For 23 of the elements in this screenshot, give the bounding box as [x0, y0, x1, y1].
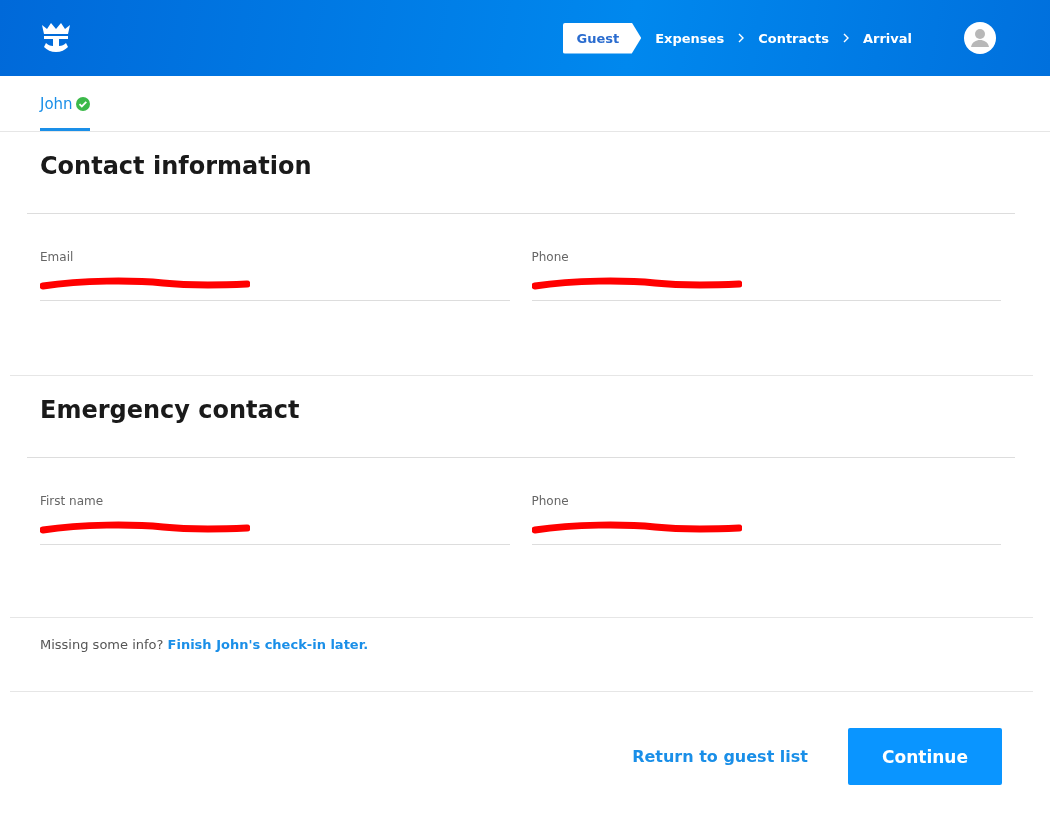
chevron-icon — [842, 33, 849, 43]
note-text: Missing some info? — [40, 637, 164, 652]
input-field[interactable]: Phone — [531, 494, 1001, 545]
field-label: Email — [40, 250, 75, 264]
input-field[interactable]: Email — [40, 250, 510, 301]
field-label: Phone — [531, 250, 570, 264]
section-heading: Emergency contact — [39, 395, 301, 426]
progress-step[interactable]: Contracts — [758, 30, 829, 46]
chevron-icon — [738, 33, 745, 43]
avatar-icon[interactable] — [964, 22, 996, 54]
progress-step[interactable]: Expenses — [655, 30, 725, 46]
section-heading: Contact information — [39, 151, 313, 182]
field-label: Phone — [531, 494, 570, 508]
continue-button[interactable]: Continue — [848, 728, 1002, 785]
field-label: First name — [40, 494, 105, 508]
progress-step[interactable]: Guest — [562, 22, 642, 54]
finish-later-link[interactable]: Finish John's check-in later. — [167, 637, 369, 652]
name-tab[interactable]: John — [40, 76, 90, 131]
input-field[interactable]: Phone — [531, 250, 1001, 301]
progress-step[interactable]: Arrival — [862, 30, 912, 46]
crown-anchor-logo — [40, 21, 72, 55]
return-link[interactable]: Return to guest list — [632, 747, 808, 766]
input-field[interactable]: First name — [40, 494, 510, 545]
